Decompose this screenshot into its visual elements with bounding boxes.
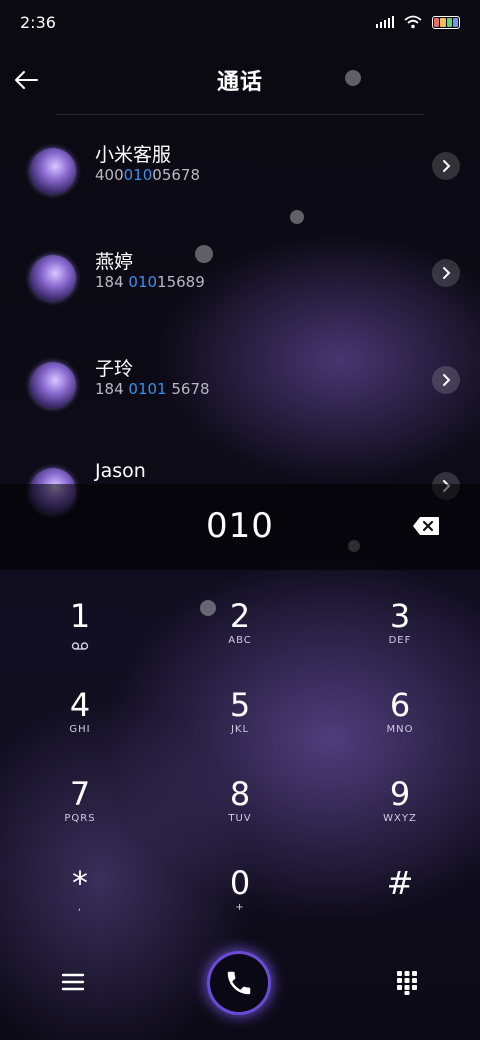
dial-key-6[interactable]: 6 MNO bbox=[340, 685, 460, 765]
call-button[interactable] bbox=[210, 954, 268, 1012]
key-digit: 9 bbox=[389, 775, 411, 813]
key-letters: PQRS bbox=[64, 813, 96, 824]
number-match-highlight: 010 bbox=[123, 166, 153, 184]
wifi-icon bbox=[404, 15, 422, 29]
contact-number: 184 0101 5678 bbox=[95, 380, 210, 398]
dial-key-2[interactable]: 2 ABC bbox=[180, 596, 300, 676]
dial-key-4[interactable]: 4 GHI bbox=[20, 685, 140, 765]
key-digit: 2 bbox=[229, 597, 251, 635]
contact-row[interactable]: 小米客服 40001005678 bbox=[0, 136, 480, 216]
key-letters: MNO bbox=[386, 724, 414, 735]
contact-row[interactable]: 子玲 184 0101 5678 bbox=[0, 350, 480, 430]
page-title: 通话 bbox=[216, 70, 263, 95]
voicemail-icon bbox=[71, 642, 89, 650]
avatar bbox=[30, 255, 76, 301]
dial-input-bar: 010 bbox=[0, 484, 480, 570]
contact-name: 子玲 bbox=[95, 358, 134, 380]
number-match-highlight: 0101 bbox=[128, 380, 167, 398]
contact-number: 40001005678 bbox=[95, 166, 200, 184]
delete-button[interactable] bbox=[412, 516, 440, 536]
contact-detail-button[interactable] bbox=[432, 152, 460, 180]
back-arrow-icon bbox=[15, 71, 38, 89]
contact-name: 小米客服 bbox=[95, 144, 172, 166]
key-digit: 3 bbox=[389, 597, 411, 635]
dial-key-1[interactable]: 1 bbox=[20, 596, 140, 676]
key-digit: 0 bbox=[229, 864, 251, 902]
header: 通话 bbox=[0, 52, 480, 108]
key-letters: + bbox=[235, 902, 245, 913]
dialpad-toggle-button[interactable] bbox=[396, 970, 418, 996]
contact-detail-button[interactable] bbox=[432, 259, 460, 287]
key-letters: GHI bbox=[69, 724, 91, 735]
key-digit: * bbox=[72, 864, 88, 902]
dial-key-7[interactable]: 7 PQRS bbox=[20, 774, 140, 854]
dial-key-5[interactable]: 5 JKL bbox=[180, 685, 300, 765]
dial-key-star[interactable]: * , bbox=[20, 863, 140, 943]
key-digit: 1 bbox=[69, 597, 91, 635]
key-letters: JKL bbox=[230, 724, 250, 735]
bottom-bar bbox=[0, 950, 480, 1020]
phone-icon bbox=[227, 971, 251, 995]
number-match-highlight: 010 bbox=[128, 273, 158, 291]
header-divider bbox=[56, 114, 424, 115]
dialed-number: 010 bbox=[206, 506, 274, 546]
dial-key-0[interactable]: 0 + bbox=[180, 863, 300, 943]
menu-icon bbox=[61, 973, 85, 991]
menu-button[interactable] bbox=[60, 972, 86, 992]
key-digit: # bbox=[386, 864, 414, 902]
back-button[interactable] bbox=[8, 62, 44, 98]
backspace-icon bbox=[413, 517, 439, 535]
key-digit: 7 bbox=[69, 775, 91, 813]
chevron-right-icon bbox=[443, 160, 451, 172]
status-bar: 2:36 bbox=[0, 0, 480, 44]
dialpad-icon bbox=[397, 971, 417, 995]
avatar bbox=[30, 148, 76, 194]
dial-key-8[interactable]: 8 TUV bbox=[180, 774, 300, 854]
key-letters: WXYZ bbox=[383, 813, 417, 824]
signal-icon bbox=[376, 16, 394, 28]
contact-detail-button[interactable] bbox=[432, 366, 460, 394]
key-letters: DEF bbox=[388, 635, 412, 646]
dial-key-3[interactable]: 3 DEF bbox=[340, 596, 460, 676]
key-letters: TUV bbox=[228, 813, 252, 824]
key-digit: 8 bbox=[229, 775, 251, 813]
chevron-right-icon bbox=[443, 267, 451, 279]
key-letters: , bbox=[77, 902, 83, 913]
key-digit: 6 bbox=[389, 686, 411, 724]
contact-number: 184 01015689 bbox=[95, 273, 205, 291]
battery-icon bbox=[432, 15, 460, 29]
contact-row[interactable]: 燕婷 184 01015689 bbox=[0, 243, 480, 323]
status-time: 2:36 bbox=[20, 12, 56, 32]
avatar bbox=[30, 362, 76, 408]
contact-name: 燕婷 bbox=[95, 251, 134, 273]
chevron-right-icon bbox=[443, 374, 451, 386]
key-digit: 4 bbox=[69, 686, 91, 724]
key-letters: ABC bbox=[228, 635, 252, 646]
contact-name: Jason bbox=[95, 460, 146, 482]
dial-key-hash[interactable]: # bbox=[340, 863, 460, 943]
key-digit: 5 bbox=[229, 686, 251, 724]
dial-key-9[interactable]: 9 WXYZ bbox=[340, 774, 460, 854]
